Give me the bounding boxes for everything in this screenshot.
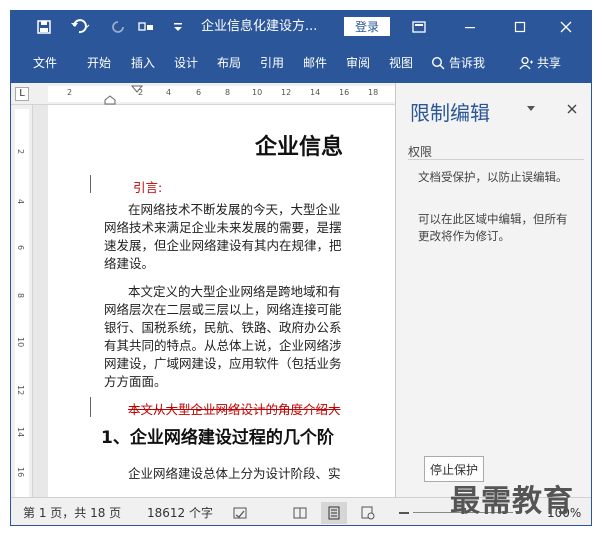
share-button[interactable]: 共享 [519, 43, 561, 83]
protection-message: 文档受保护，以防止误编辑。 [418, 170, 568, 184]
person-icon [519, 56, 533, 70]
maximize-icon[interactable] [509, 11, 531, 43]
paragraph-line: 在网络技术不断发展的今天，大型企业 [128, 202, 341, 217]
section-heading: 1、企业网络建设过程的几个阶 [101, 428, 334, 448]
minimize-icon[interactable] [459, 11, 481, 43]
paragraph-line: 网建设，广域网建设，应用软件（包括业务 [104, 356, 342, 371]
login-button[interactable]: 登录 [344, 17, 390, 36]
tab-references[interactable]: 引用 [260, 43, 284, 83]
ruler-tick: 2 [67, 88, 73, 97]
read-mode-icon[interactable] [293, 506, 307, 520]
pane-subtitle: 权限 [408, 145, 433, 159]
ruler-tick: 6 [196, 88, 202, 97]
ruler-tick: 10 [252, 88, 263, 97]
tell-me-label: 告诉我 [449, 56, 486, 70]
web-layout-icon[interactable] [361, 506, 375, 520]
tab-view[interactable]: 视图 [389, 43, 413, 83]
revision-bar [90, 397, 91, 417]
watermark-logo: 最需教育 [450, 484, 574, 519]
tab-review[interactable]: 审阅 [346, 43, 370, 83]
paragraph-line: 速发展，但企业网络建设有其内在规律，把 [104, 238, 342, 253]
ruler-tick: 12 [16, 385, 25, 396]
tab-selector[interactable]: L [15, 87, 29, 101]
pane-title: 限制编辑 [410, 101, 490, 125]
ruler-tick: 10 [16, 337, 25, 348]
paragraph-line: 网络技术来满足企业未来发展的需要，是摆 [104, 220, 342, 235]
ruler-tick: 16 [339, 88, 350, 97]
ruler-tick: 8 [225, 88, 231, 97]
customize-toolbar-icon[interactable] [171, 11, 185, 43]
paragraph-line: 本文定义的大型企业网络是跨地域和有 [128, 284, 341, 299]
document-heading: 企业信息 [255, 134, 344, 160]
undo-icon[interactable] [67, 11, 93, 43]
word-count[interactable]: 18612 个字 [147, 498, 213, 525]
ribbon-display-icon[interactable] [409, 11, 429, 43]
proofing-icon[interactable] [233, 506, 247, 520]
search-icon [431, 56, 445, 70]
ruler-tick: 8 [16, 293, 25, 299]
ruler-tick: 14 [310, 88, 321, 97]
paragraph-line: 银行、国税系统，民航、铁路、政府办公系 [104, 320, 342, 335]
horizontal-ruler[interactable]: L 2 2 4 6 8 10 12 14 16 18 [11, 83, 395, 105]
document-page[interactable]: 企业信息 引言: 在网络技术不断发展的今天，大型企业 网络技术来满足企业未来发展… [48, 105, 395, 497]
tab-mailings[interactable]: 邮件 [303, 43, 327, 83]
ruler-tick: 12 [281, 88, 292, 97]
paragraph-line: 网络层次在二层或三层以上，网络连接可能 [104, 302, 342, 317]
page-count[interactable]: 第 1 页，共 18 页 [23, 498, 121, 525]
ruler-tick: 18 [368, 88, 379, 97]
document-title: 企业信息化建设方... [201, 19, 318, 34]
zoom-out-icon[interactable] [399, 512, 409, 514]
pane-options-icon[interactable] [526, 105, 536, 113]
ruler-tick: 4 [16, 199, 25, 205]
share-label: 共享 [537, 56, 562, 70]
title-bar: 企业信息化建设方... 登录 [11, 11, 591, 43]
tab-file[interactable]: 文件 [33, 43, 57, 83]
document-area: L 2 2 4 6 8 10 12 14 16 18 2 4 6 8 10 12… [11, 83, 395, 497]
deleted-text: 本文从大型企业网络设计的角度介绍大 [128, 402, 341, 417]
vertical-ruler[interactable]: 2 4 6 8 10 12 14 16 [11, 105, 33, 497]
save-icon[interactable] [33, 11, 55, 43]
touch-mode-icon[interactable] [135, 11, 157, 43]
ruler-tick: 6 [16, 245, 25, 251]
restrict-editing-pane: 限制编辑 权限 文档受保护，以防止误编辑。 可以在此区域中编辑，但所有更改将作为… [395, 83, 591, 497]
paragraph-line: 络建设。 [104, 256, 155, 271]
ruler-tick: 2 [16, 149, 25, 155]
ruler-tick: 2 [138, 88, 144, 97]
tell-me-search[interactable]: 告诉我 [431, 43, 485, 83]
tab-home[interactable]: 开始 [87, 43, 111, 83]
pane-divider [408, 159, 584, 160]
paragraph-line: 方方面面。 [104, 374, 167, 389]
close-icon[interactable] [555, 11, 577, 43]
edit-region-message: 可以在此区域中编辑，但所有更改将作为修订。 [418, 212, 568, 243]
revision-bar [90, 175, 91, 193]
word-window: 企业信息化建设方... 登录 文件 开始 插入 设计 布局 引用 邮件 审阅 视… [10, 10, 592, 526]
intro-label: 引言: [133, 180, 163, 195]
ruler-tick: 4 [166, 88, 172, 97]
tab-insert[interactable]: 插入 [131, 43, 155, 83]
ruler-tick: 14 [16, 427, 25, 438]
ribbon-tabs: 文件 开始 插入 设计 布局 引用 邮件 审阅 视图 告诉我 共享 [11, 43, 591, 83]
pane-close-icon[interactable] [566, 103, 578, 115]
redo-icon[interactable] [109, 11, 127, 43]
left-indent-marker[interactable] [104, 95, 116, 105]
ruler-tick: 16 [16, 467, 25, 478]
tab-design[interactable]: 设计 [174, 43, 198, 83]
print-layout-icon[interactable] [327, 506, 341, 520]
tab-layout[interactable]: 布局 [217, 43, 241, 83]
paragraph-line: 企业网络建设总体上分为设计阶段、实 [128, 466, 341, 481]
paragraph-line: 有其共同的特点。从总体上说，企业网络涉 [104, 338, 342, 353]
